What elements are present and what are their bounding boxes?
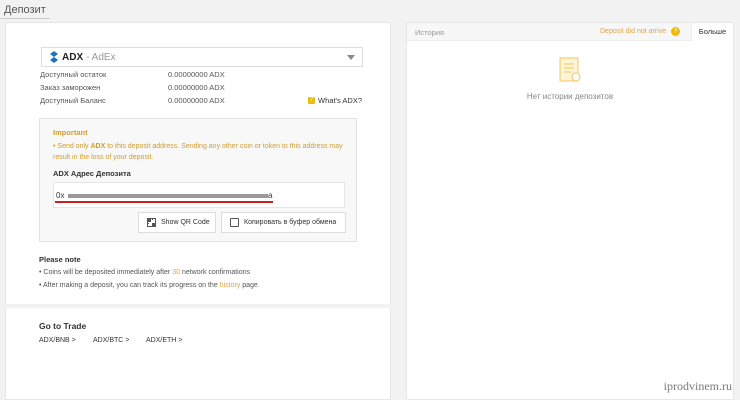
info-icon: ?	[308, 97, 316, 104]
trade-link-adx-bnb[interactable]: ADX/BNB >	[39, 337, 76, 344]
title-underline	[0, 18, 50, 19]
whats-adx-label: What's ADX?	[318, 96, 362, 105]
important-text: • Send only ADX to this deposit address.…	[53, 143, 343, 161]
qr-code-icon	[147, 218, 156, 227]
balance-value: 0.00000000 ADX	[168, 83, 225, 92]
go-to-trade-title: Go to Trade	[39, 321, 87, 331]
adx-coin-icon	[50, 51, 58, 63]
note-text: After making a deposit, you can track it…	[43, 282, 220, 289]
balance-row-frozen: Заказ заморожен 0.00000000 ADX	[40, 83, 370, 93]
watermark: iprodvinem.ru	[663, 379, 732, 393]
balance-row-available: Доступный остаток 0.00000000 ADX	[40, 70, 370, 80]
coin-name: - AdEx	[86, 51, 116, 63]
page-title: Депозит	[4, 4, 46, 16]
balance-label: Доступный Баланс	[40, 96, 106, 105]
note-text: page.	[240, 282, 260, 289]
copy-icon	[230, 218, 239, 227]
copy-address-button[interactable]: Копировать в буфер обмена	[221, 212, 346, 233]
more-button[interactable]: Больше	[691, 23, 733, 41]
important-title: Important	[53, 128, 88, 137]
whats-adx-link[interactable]: ? What's ADX?	[308, 96, 362, 105]
question-icon: ?	[671, 27, 681, 36]
address-redacted-bar	[68, 194, 268, 198]
history-link[interactable]: history	[220, 282, 241, 289]
chevron-down-icon[interactable]	[347, 55, 355, 60]
balance-value: 0.00000000 ADX	[168, 96, 225, 105]
trade-link-adx-btc[interactable]: ADX/BTC >	[93, 337, 129, 344]
history-header: История Deposit did not arrive ? Больше	[407, 23, 733, 41]
balance-label: Заказ заморожен	[40, 83, 101, 92]
show-qr-code-button[interactable]: Show QR Code	[138, 212, 216, 233]
deposit-address-field[interactable]: 0x a	[53, 182, 345, 208]
section-divider	[5, 304, 391, 308]
important-text-before: Send only	[57, 143, 91, 150]
address-suffix: a	[268, 191, 273, 200]
coin-symbol: ADX	[62, 51, 84, 63]
empty-document-icon	[555, 55, 585, 85]
note-text: network confirmations	[180, 269, 251, 276]
deposit-not-arrived-link[interactable]: Deposit did not arrive ?	[600, 27, 681, 36]
address-prefix: 0x	[56, 191, 65, 200]
important-text-coin: ADX	[90, 143, 106, 150]
note-text: Coins will be deposited immediately afte…	[43, 269, 173, 276]
qr-button-label: Show QR Code	[161, 219, 210, 226]
deposit-not-arrived-label: Deposit did not arrive	[600, 28, 667, 35]
copy-button-label: Копировать в буфер обмена	[244, 219, 337, 226]
empty-history-text: Нет истории депозитов	[526, 92, 614, 101]
coin-select[interactable]: ADX - AdEx	[41, 47, 363, 67]
important-box: Important • Send only ADX to this deposi…	[39, 118, 357, 242]
deposit-address-label: ADX Адрес Депозита	[53, 169, 131, 178]
note-title: Please note	[39, 255, 81, 264]
confirmations-count: 30	[172, 269, 180, 276]
balance-value: 0.00000000 ADX	[168, 70, 225, 79]
note-item-history: • After making a deposit, you can track …	[39, 282, 260, 289]
history-title: История	[415, 28, 445, 37]
history-panel: История Deposit did not arrive ? Больше …	[406, 22, 734, 400]
note-item-confirmations: • Coins will be deposited immediately af…	[39, 269, 251, 276]
balance-label: Доступный остаток	[40, 70, 107, 79]
trade-link-adx-eth[interactable]: ADX/ETH >	[146, 337, 182, 344]
red-underline	[55, 201, 273, 203]
balance-row-total: Доступный Баланс 0.00000000 ADX ? What's…	[40, 96, 370, 106]
